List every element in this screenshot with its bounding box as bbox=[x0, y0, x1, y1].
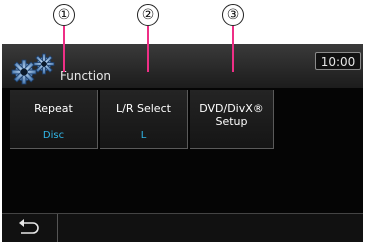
repeat-value: Disc bbox=[42, 130, 65, 141]
clock-display: 10:00 bbox=[315, 52, 361, 70]
callout-line-1 bbox=[63, 26, 65, 72]
lr-select-value: L bbox=[140, 130, 147, 141]
dvd-divx-setup-button[interactable]: DVD/DivX® Setup bbox=[190, 90, 274, 149]
callout-1: ① bbox=[53, 4, 75, 26]
header-bar: Function 10:00 bbox=[2, 44, 363, 88]
page-title: Function bbox=[60, 69, 112, 83]
back-arrow-icon bbox=[19, 219, 39, 234]
callout-line-3 bbox=[232, 26, 234, 72]
callout-2: ② bbox=[137, 4, 159, 26]
gear-icon bbox=[10, 48, 62, 88]
callout-line-2 bbox=[147, 26, 149, 72]
repeat-label: Repeat bbox=[34, 102, 73, 115]
lr-select-label: L/R Select bbox=[116, 102, 171, 115]
dvd-divx-setup-label: DVD/DivX® Setup bbox=[199, 102, 264, 128]
footer-bar bbox=[2, 213, 363, 242]
function-screen: Function 10:00 Repeat Disc L/R Select L … bbox=[2, 44, 363, 242]
lr-select-button[interactable]: L/R Select L bbox=[100, 90, 188, 149]
callout-3: ③ bbox=[222, 4, 244, 26]
repeat-button[interactable]: Repeat Disc bbox=[10, 90, 98, 149]
back-button[interactable] bbox=[2, 214, 58, 242]
